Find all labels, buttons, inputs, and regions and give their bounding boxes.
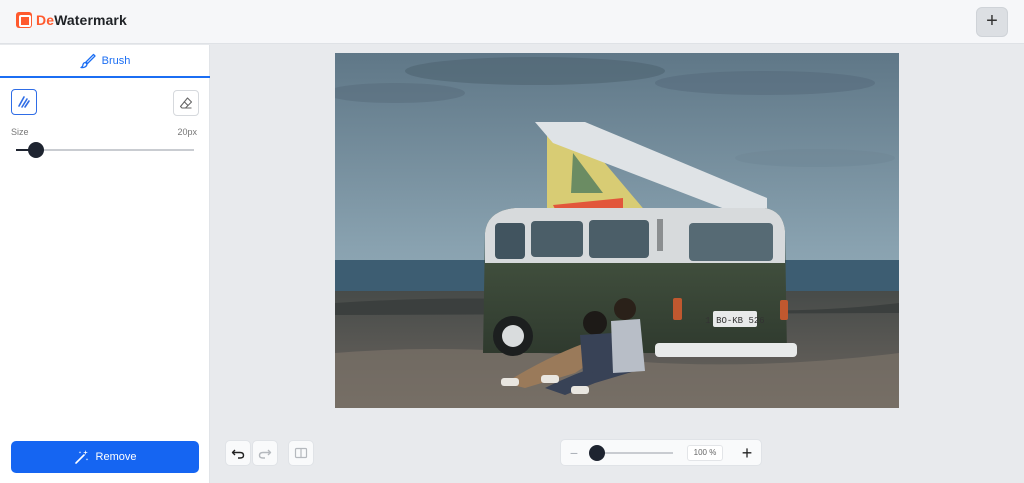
logo-icon xyxy=(16,12,32,28)
brush-tool-button[interactable] xyxy=(11,89,37,115)
remove-button[interactable]: Remove xyxy=(11,441,199,473)
size-label: Size xyxy=(11,127,29,137)
brush-icon xyxy=(79,53,96,68)
compare-icon xyxy=(294,447,308,459)
eraser-icon xyxy=(179,97,193,109)
magic-wand-icon xyxy=(74,450,88,464)
zoom-thumb[interactable] xyxy=(589,445,605,461)
zoom-value: 100 % xyxy=(687,445,723,461)
app-logo[interactable]: DeWatermark xyxy=(16,12,127,28)
zoom-slider[interactable] xyxy=(589,445,673,461)
brush-size-thumb[interactable] xyxy=(27,142,44,158)
license-plate-text: 1 BO-KB 526 xyxy=(705,316,764,326)
undo-icon xyxy=(231,449,245,459)
tool-panel: Brush Size 20px Remove xyxy=(0,45,210,483)
redo-button[interactable] xyxy=(252,440,278,466)
add-image-button[interactable]: + xyxy=(976,7,1008,37)
tab-brush[interactable]: Brush xyxy=(0,45,210,78)
top-bar: DeWatermark + xyxy=(0,0,1024,44)
app-name-suffix: Watermark xyxy=(54,12,127,28)
zoom-control: − 100 % + xyxy=(560,439,762,466)
zoom-in-button[interactable]: + xyxy=(739,443,755,463)
van-photo: 1 BO-KB 526 xyxy=(335,53,899,408)
compare-button[interactable] xyxy=(288,440,314,466)
brush-size-slider[interactable] xyxy=(16,142,194,158)
size-value: 20px xyxy=(177,127,197,137)
eraser-tool-button[interactable] xyxy=(173,90,199,116)
undo-button[interactable] xyxy=(225,440,251,466)
app-name-prefix: De xyxy=(36,12,55,28)
redo-icon xyxy=(258,449,272,459)
app-name: DeWatermark xyxy=(36,12,127,28)
image-canvas[interactable]: 1 BO-KB 526 xyxy=(335,53,899,408)
tab-brush-label: Brush xyxy=(101,54,131,67)
zoom-out-button[interactable]: − xyxy=(567,444,581,462)
brush-tool-icon xyxy=(18,96,30,108)
remove-button-label: Remove xyxy=(95,451,137,463)
